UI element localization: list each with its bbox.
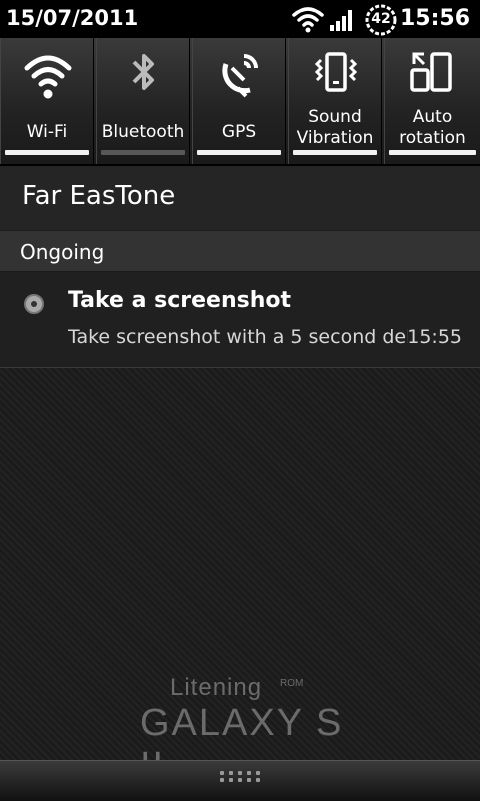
section-title: Ongoing bbox=[20, 240, 105, 264]
toggle-bluetooth-indicator bbox=[101, 150, 185, 155]
grip-icon bbox=[218, 771, 264, 785]
wifi-status-icon bbox=[292, 7, 324, 33]
panel-drag-handle[interactable] bbox=[0, 760, 480, 801]
status-time: 15:56 bbox=[399, 6, 470, 31]
toggle-sound-vibration[interactable]: Sound Vibration bbox=[288, 38, 382, 164]
rom-logo: Litening ROM GALAXY S II bbox=[140, 674, 360, 787]
carrier-name: Far EasTone bbox=[22, 181, 176, 211]
gps-icon bbox=[222, 54, 258, 98]
logo-rom: ROM bbox=[280, 678, 304, 689]
battery-icon: 42 bbox=[364, 3, 398, 37]
toggle-sound-vibration-indicator bbox=[293, 150, 377, 155]
section-header-ongoing: Ongoing bbox=[0, 231, 480, 271]
toggle-sound-label: Sound bbox=[308, 107, 362, 127]
wifi-icon bbox=[24, 55, 72, 99]
toggle-wifi[interactable]: Wi-Fi bbox=[0, 38, 94, 164]
signal-icon bbox=[330, 10, 352, 31]
screenshot-app-icon bbox=[24, 294, 44, 314]
notification-title: Take a screenshot bbox=[68, 288, 292, 313]
toggle-rotation-label: rotation bbox=[399, 128, 466, 148]
toggle-wifi-label: Wi-Fi bbox=[26, 122, 68, 142]
toggle-auto-rotation[interactable]: Auto rotation bbox=[384, 38, 480, 164]
status-bar: 15/07/2011 42 15:56 bbox=[0, 0, 480, 38]
notification-text: Take screenshot with a 5 second delay bbox=[68, 326, 408, 348]
bluetooth-icon bbox=[132, 54, 154, 90]
notification-item[interactable]: Take a screenshot Take screenshot with a… bbox=[0, 272, 480, 368]
notification-time: 15:55 bbox=[407, 326, 462, 348]
toggle-wifi-indicator bbox=[5, 150, 89, 155]
carrier-row: Far EasTone bbox=[0, 166, 480, 230]
quick-toggles: Wi-Fi Bluetooth GPS Sound Vibration Auto… bbox=[0, 38, 480, 166]
toggle-bluetooth[interactable]: Bluetooth bbox=[96, 38, 190, 164]
toggle-auto-rotation-indicator bbox=[389, 150, 476, 155]
toggle-gps-indicator bbox=[197, 150, 281, 155]
toggle-bluetooth-label: Bluetooth bbox=[101, 122, 185, 142]
status-date: 15/07/2011 bbox=[6, 6, 139, 30]
battery-level: 42 bbox=[371, 11, 391, 27]
logo-line1: Litening bbox=[170, 674, 263, 701]
rotation-icon bbox=[410, 52, 452, 92]
toggle-gps-label: GPS bbox=[221, 122, 257, 142]
vibration-icon bbox=[314, 52, 358, 92]
toggle-gps[interactable]: GPS bbox=[192, 38, 286, 164]
toggle-auto-label: Auto bbox=[412, 107, 453, 127]
toggle-vibration-label: Vibration bbox=[296, 128, 374, 148]
